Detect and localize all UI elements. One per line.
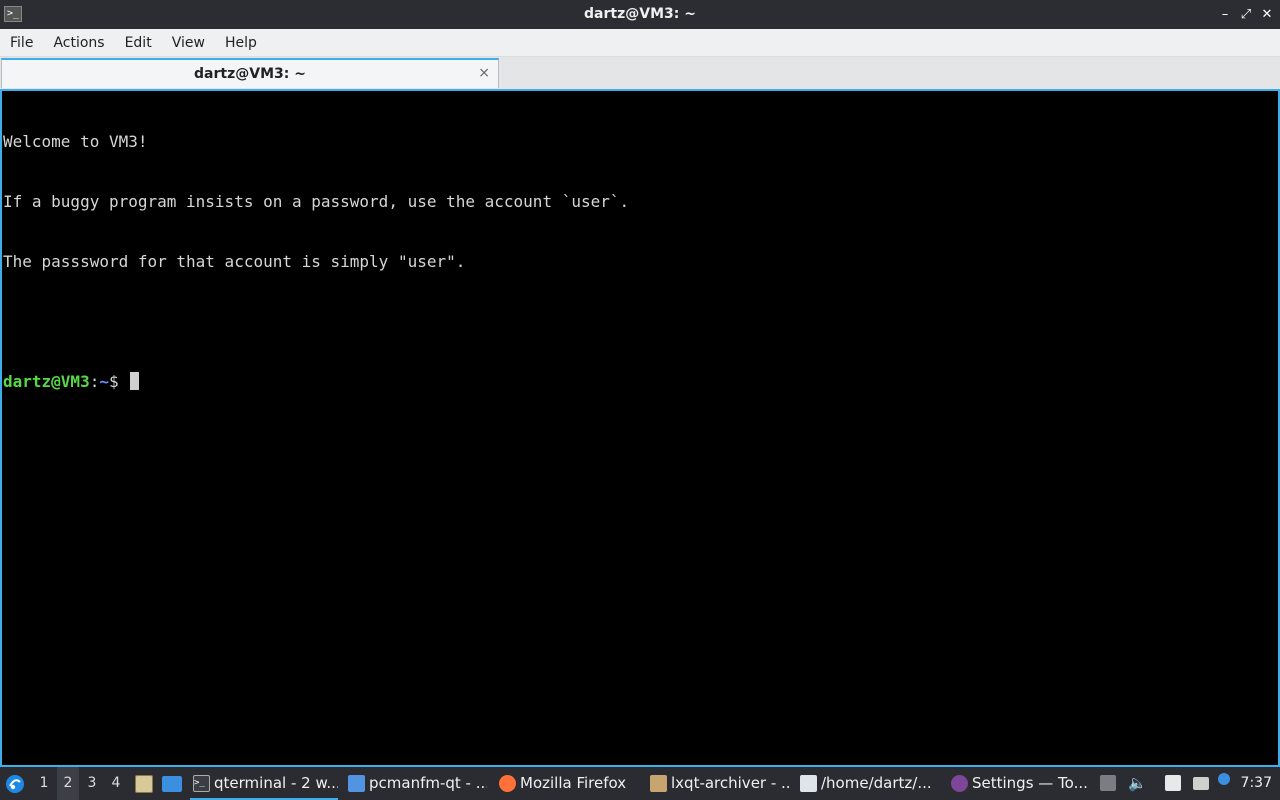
menu-actions[interactable]: Actions [43,29,114,57]
task-label: /home/dartz/... [821,774,932,792]
menu-view[interactable]: View [162,29,215,57]
prompt-path: ~ [99,372,109,391]
menu-file[interactable]: File [0,29,43,57]
update-notifier-icon[interactable] [1218,773,1230,785]
removable-media-icon[interactable] [1100,775,1116,791]
window-title: dartz@VM3: ~ [584,6,696,22]
tor-icon [951,775,968,792]
task-lxqt-archiver[interactable]: lxqt-archiver - ... [647,767,789,800]
task-text-editor[interactable]: /home/dartz/... [797,767,939,800]
shell-prompt[interactable]: dartz@VM3:~$ [3,372,629,392]
terminal-line: If a buggy program insists on a password… [3,192,630,211]
task-tor-settings[interactable]: Settings — To... [948,767,1090,800]
close-button[interactable]: ✕ [1257,0,1277,29]
task-pcmanfm[interactable]: pcmanfm-qt - ... [345,767,487,800]
minimize-button[interactable]: – [1215,0,1235,29]
terminal-view[interactable]: Welcome to VM3! If a buggy program insis… [0,89,1280,767]
network-icon[interactable] [1193,777,1209,790]
tab-label: dartz@VM3: ~ [194,66,306,82]
desktop-3-button[interactable]: 3 [81,767,103,800]
file-manager-launcher-icon[interactable] [162,776,182,792]
desktop-4-button[interactable]: 4 [105,767,127,800]
menu-help[interactable]: Help [215,29,267,57]
volume-icon[interactable]: 🔈 [1128,775,1147,791]
firefox-icon [499,775,516,792]
tab-close-icon[interactable]: ⨯ [478,60,490,86]
title-bar: >_ dartz@VM3: ~ – ⤢ ✕ [0,0,1280,29]
task-label: lxqt-archiver - ... [671,774,789,792]
lubuntu-menu-icon[interactable] [5,774,25,794]
menu-bar: File Actions Edit View Help [0,29,1280,57]
archive-icon [650,775,667,792]
task-label: qterminal - 2 w... [214,774,338,792]
maximize-button[interactable]: ⤢ [1236,0,1256,29]
tab-bar: dartz@VM3: ~ ⨯ [0,57,1280,89]
text-cursor [130,372,140,390]
tab-terminal[interactable]: dartz@VM3: ~ ⨯ [1,58,499,88]
folder-icon [348,775,365,792]
taskbar: 1 2 3 4 >_ qterminal - 2 w... pcmanfm-qt… [0,767,1280,800]
show-desktop-icon[interactable] [135,775,153,793]
task-label: Settings — To... [972,774,1088,792]
task-firefox[interactable]: Mozilla Firefox [496,767,641,800]
prompt-user: dartz@VM3 [3,372,90,391]
prompt-separator: : [89,372,100,391]
task-qterminal[interactable]: >_ qterminal - 2 w... [190,767,338,800]
clock[interactable]: 7:37 [1241,767,1272,800]
terminal-output: Welcome to VM3! If a buggy program insis… [3,92,629,432]
desktop-2-button[interactable]: 2 [57,767,79,800]
task-label: pcmanfm-qt - ... [369,774,487,792]
prompt-symbol: $ [108,372,129,391]
text-editor-icon [800,775,817,792]
menu-edit[interactable]: Edit [115,29,162,57]
terminal-icon: >_ [193,775,210,792]
clipboard-icon[interactable] [1165,775,1181,791]
task-label: Mozilla Firefox [520,774,627,792]
terminal-line: Welcome to VM3! [3,132,148,151]
desktop-1-button[interactable]: 1 [33,767,55,800]
terminal-line: The passsword for that account is simply… [3,252,466,271]
